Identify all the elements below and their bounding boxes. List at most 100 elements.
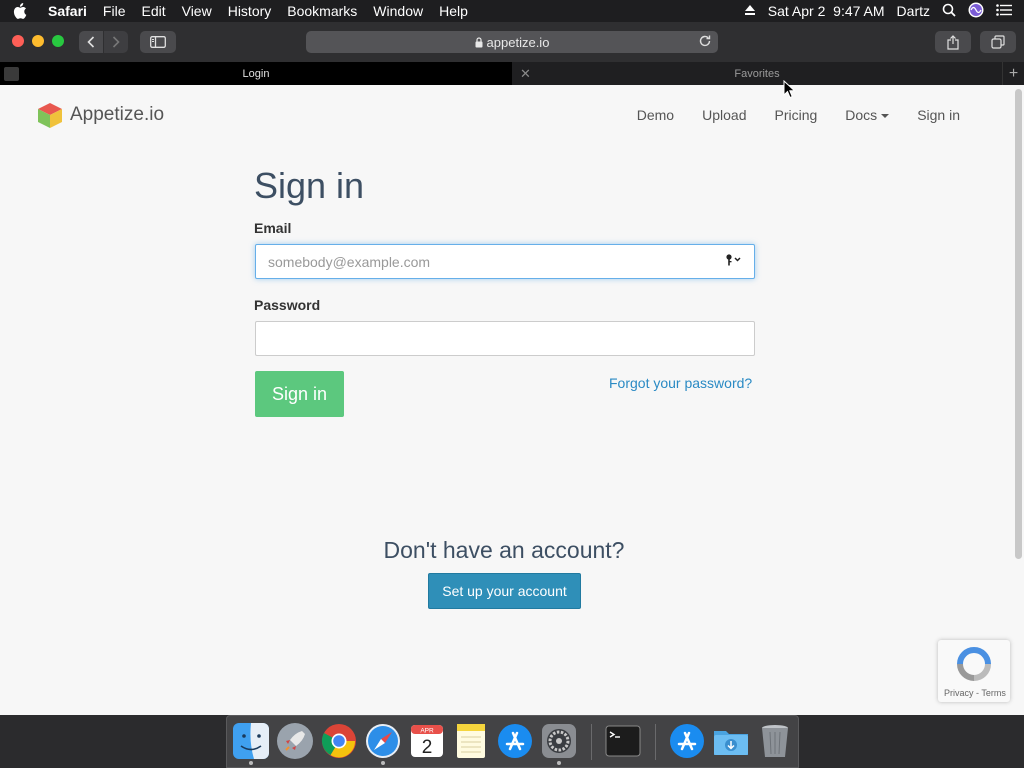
tab-favicon xyxy=(4,67,19,81)
address-url: appetize.io xyxy=(486,34,550,50)
siri-icon[interactable] xyxy=(968,2,984,21)
minimize-window-button[interactable] xyxy=(32,35,44,47)
email-placeholder: somebody@example.com xyxy=(268,253,431,270)
dock-launchpad[interactable] xyxy=(276,722,314,760)
menu-file[interactable]: File xyxy=(95,3,134,19)
tab-overview-button[interactable] xyxy=(980,31,1016,53)
safari-compass-icon xyxy=(366,724,400,758)
password-field[interactable] xyxy=(255,321,755,356)
tab-bar: Login ✕ Favorites + xyxy=(0,62,1024,85)
system-preferences-running-indicator xyxy=(557,761,561,765)
brand-name: Appetize.io xyxy=(70,104,165,125)
gear-icon xyxy=(542,724,576,758)
tab-login-label: Login xyxy=(242,67,270,80)
lock-icon xyxy=(475,36,483,47)
dock-system-preferences[interactable] xyxy=(540,722,578,760)
new-tab-button[interactable]: + xyxy=(1002,62,1024,85)
nav-docs-dropdown[interactable]: Docs xyxy=(831,107,903,123)
finder-running-indicator xyxy=(249,761,253,765)
spotlight-search-icon[interactable] xyxy=(942,3,956,20)
close-window-button[interactable] xyxy=(12,35,24,47)
nav-sign-in[interactable]: Sign in xyxy=(903,107,974,123)
no-account-heading: Don't have an account? xyxy=(383,537,625,563)
finder-icon xyxy=(233,723,269,759)
launchpad-rocket-icon xyxy=(277,723,313,759)
menu-history[interactable]: History xyxy=(220,3,280,19)
calendar-month: APR xyxy=(420,728,434,735)
site-navbar: Appetize.io Demo Upload Pricing Docs Sig… xyxy=(0,85,1012,147)
dock-notes[interactable] xyxy=(452,722,490,760)
dock-chrome[interactable] xyxy=(320,722,358,760)
recaptcha-icon xyxy=(957,647,991,681)
trash-icon xyxy=(762,725,788,757)
dock-calendar[interactable]: APR 2 xyxy=(408,722,446,760)
close-tab-icon[interactable]: ✕ xyxy=(520,66,531,82)
nav-upload[interactable]: Upload xyxy=(688,107,760,123)
dock: APR 2 xyxy=(226,715,799,768)
dock-trash[interactable] xyxy=(756,722,794,760)
back-button[interactable] xyxy=(79,31,103,53)
menu-help[interactable]: Help xyxy=(431,3,476,19)
recaptcha-terms[interactable]: Privacy - Terms xyxy=(944,688,1006,698)
nav-demo[interactable]: Demo xyxy=(623,107,688,123)
menu-view[interactable]: View xyxy=(174,3,220,19)
chevron-left-icon xyxy=(87,36,95,48)
safari-running-indicator xyxy=(381,761,385,765)
page-title: Sign in xyxy=(254,165,365,206)
dock-terminal[interactable] xyxy=(604,722,642,760)
forgot-password-link[interactable]: Forgot your password? xyxy=(609,375,752,391)
sidebar-icon xyxy=(150,36,166,48)
forward-button[interactable] xyxy=(104,31,128,53)
tabs-icon xyxy=(991,35,1005,49)
notification-center-icon[interactable] xyxy=(996,3,1012,19)
recaptcha-badge[interactable]: Privacy - Terms xyxy=(938,640,1010,702)
set-up-account-button[interactable]: Set up your account xyxy=(428,573,581,609)
nav-pricing[interactable]: Pricing xyxy=(760,107,831,123)
menu-edit[interactable]: Edit xyxy=(133,3,173,19)
terminal-icon xyxy=(605,725,641,757)
browser-toolbar: appetize.io xyxy=(0,22,1024,62)
web-page: Appetize.io Demo Upload Pricing Docs Sig… xyxy=(0,85,1024,715)
app-store-icon xyxy=(670,724,704,758)
caret-down-icon xyxy=(881,114,890,119)
tab-favorites[interactable]: ✕ Favorites xyxy=(512,62,1002,85)
share-icon xyxy=(947,34,959,50)
dock-safari[interactable] xyxy=(364,722,402,760)
downloads-folder-icon xyxy=(714,731,748,755)
password-autofill-key-icon[interactable] xyxy=(726,254,742,269)
sign-in-button[interactable]: Sign in xyxy=(255,371,344,417)
menu-window[interactable]: Window xyxy=(365,3,431,19)
dock-app-store-folder[interactable] xyxy=(668,722,706,760)
dock-finder[interactable] xyxy=(232,722,270,760)
sidebar-toggle-button[interactable] xyxy=(140,31,176,53)
eject-icon[interactable] xyxy=(744,3,756,19)
datetime[interactable]: Sat Apr 2 9:47 AM xyxy=(768,3,885,19)
dock-separator xyxy=(591,724,592,760)
chevron-right-icon xyxy=(112,36,120,48)
menu-bookmarks[interactable]: Bookmarks xyxy=(279,3,365,19)
menu-app-safari[interactable]: Safari xyxy=(40,3,95,19)
address-bar[interactable]: appetize.io xyxy=(306,31,718,53)
calendar-icon: APR 2 xyxy=(411,725,443,758)
mouse-cursor-icon xyxy=(783,80,796,99)
menu-bar: Safari File Edit View History Bookmarks … xyxy=(0,0,1024,22)
cube-logo-icon xyxy=(38,103,62,128)
reload-icon[interactable] xyxy=(698,34,712,51)
page-scrollbar[interactable] xyxy=(1015,89,1022,559)
email-field[interactable]: somebody@example.com xyxy=(255,244,755,279)
brand-logo-link[interactable]: Appetize.io xyxy=(36,101,164,129)
notes-icon xyxy=(457,724,485,758)
email-label: Email xyxy=(254,220,292,236)
user-name[interactable]: Dartz xyxy=(897,3,930,19)
tab-login[interactable]: Login xyxy=(0,62,512,85)
dock-downloads-folder[interactable] xyxy=(712,722,750,760)
chrome-icon xyxy=(321,724,356,758)
dock-app-store[interactable] xyxy=(496,722,534,760)
apple-menu-icon[interactable] xyxy=(0,3,40,19)
share-button[interactable] xyxy=(935,31,971,53)
tab-favorites-label: Favorites xyxy=(734,67,780,80)
nav-docs-label: Docs xyxy=(845,107,878,123)
calendar-day: 2 xyxy=(422,737,433,758)
dock-separator-2 xyxy=(655,724,656,760)
zoom-window-button[interactable] xyxy=(52,35,64,47)
